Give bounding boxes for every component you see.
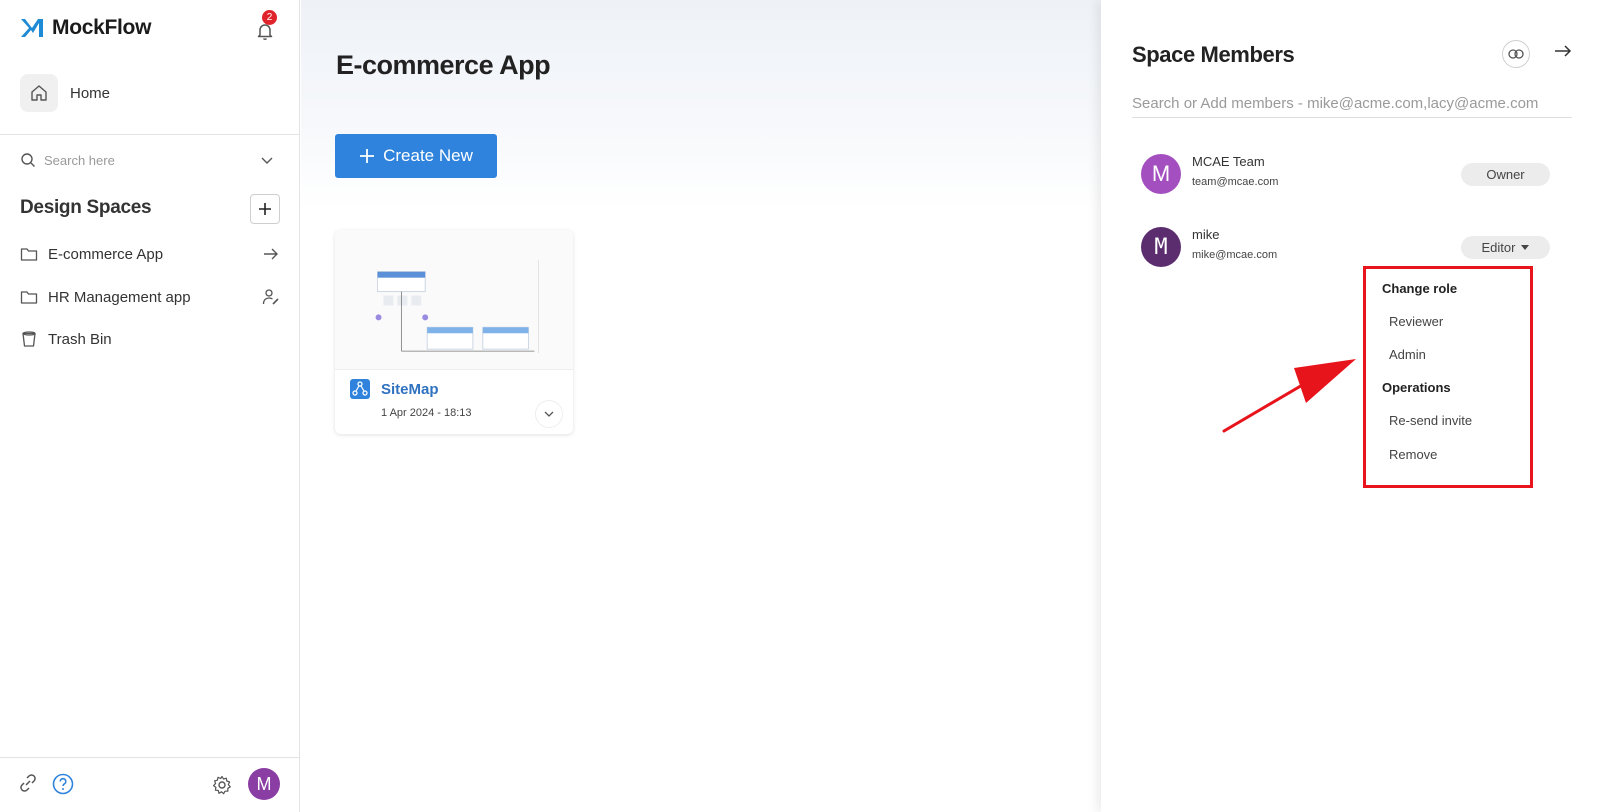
member-avatar: M	[1141, 154, 1181, 194]
plus-icon	[360, 149, 375, 163]
sidebar-footer: M	[0, 757, 300, 812]
menu-item-resend-invite[interactable]: Re-send invite	[1389, 413, 1472, 428]
role-dropdown-editor[interactable]: Editor	[1461, 236, 1550, 259]
card-date: 1 Apr 2024 - 18:13	[381, 407, 472, 419]
change-role-heading: Change role	[1382, 281, 1458, 296]
menu-item-remove[interactable]: Remove	[1389, 447, 1437, 462]
search-icon	[21, 153, 35, 167]
sitemap-icon	[350, 379, 370, 399]
home-nav-item[interactable]: Home	[20, 74, 110, 112]
member-avatar: M	[1141, 227, 1181, 267]
folder-icon	[20, 291, 38, 304]
space-item-trash-bin[interactable]: Trash Bin	[20, 327, 280, 351]
panel-title: Space Members	[1132, 42, 1295, 67]
help-icon[interactable]	[52, 773, 74, 795]
menu-item-reviewer[interactable]: Reviewer	[1389, 314, 1443, 329]
app-logo[interactable]: MockFlow	[20, 16, 151, 40]
role-label: Owner	[1486, 167, 1525, 182]
folder-icon	[20, 248, 38, 261]
trash-icon	[22, 331, 36, 347]
page-title: E-commerce App	[336, 50, 551, 80]
card-thumbnail	[335, 230, 573, 370]
chevron-down-icon[interactable]	[259, 152, 275, 168]
member-search-input[interactable]	[1132, 90, 1572, 118]
search-input[interactable]	[44, 152, 251, 168]
gear-icon[interactable]	[212, 775, 232, 795]
member-name: MCAE Team	[1192, 154, 1265, 169]
role-menu: Change role Reviewer Admin Operations Re…	[1363, 266, 1533, 488]
create-new-button[interactable]: Create New	[335, 134, 497, 178]
home-icon-box	[20, 74, 58, 112]
role-label: Editor	[1481, 240, 1516, 255]
chevron-down-icon	[544, 411, 554, 417]
plus-icon	[259, 203, 271, 215]
operations-heading: Operations	[1382, 380, 1451, 395]
member-email: mike@mcae.com	[1192, 249, 1278, 261]
sidebar: MockFlow 2 Home Design Spaces E-commerc	[0, 0, 300, 812]
caret-down-icon	[1521, 245, 1530, 250]
person-edit-icon[interactable]	[262, 288, 280, 306]
main-content: E-commerce App Create New SiteMap 1 Apr …	[301, 0, 1101, 812]
user-avatar[interactable]: M	[248, 768, 280, 800]
home-icon	[31, 85, 47, 101]
project-card[interactable]: SiteMap 1 Apr 2024 - 18:13	[335, 230, 573, 434]
copy-link-button[interactable]	[1502, 40, 1530, 68]
sidebar-divider	[0, 134, 300, 135]
section-title: Design Spaces	[20, 197, 152, 218]
home-label: Home	[70, 84, 111, 102]
close-panel-arrow-icon[interactable]	[1553, 43, 1573, 59]
link-icon[interactable]	[18, 773, 38, 793]
arrow-right-icon[interactable]	[262, 246, 280, 262]
add-space-button[interactable]	[250, 194, 280, 224]
card-title: SiteMap	[381, 380, 439, 398]
link-icon	[1508, 49, 1524, 59]
space-item-hr-management[interactable]: HR Management app	[20, 285, 280, 309]
card-title-row[interactable]: SiteMap	[349, 378, 439, 400]
space-item-label: Trash Bin	[48, 330, 112, 348]
create-new-label: Create New	[383, 146, 473, 165]
member-email: team@mcae.com	[1192, 176, 1279, 188]
space-item-ecommerce[interactable]: E-commerce App	[20, 242, 280, 266]
app-name: MockFlow	[52, 16, 152, 39]
member-name: mike	[1192, 227, 1220, 242]
menu-item-admin[interactable]: Admin	[1389, 347, 1426, 362]
space-item-label: E-commerce App	[48, 245, 164, 263]
annotation-arrow	[1222, 359, 1356, 433]
card-menu-button[interactable]	[535, 400, 563, 428]
space-item-label: HR Management app	[48, 288, 191, 306]
sidebar-search	[20, 152, 275, 168]
notification-badge: 2	[262, 10, 277, 25]
role-badge-owner: Owner	[1461, 163, 1550, 186]
mockflow-logo-icon	[21, 19, 43, 37]
